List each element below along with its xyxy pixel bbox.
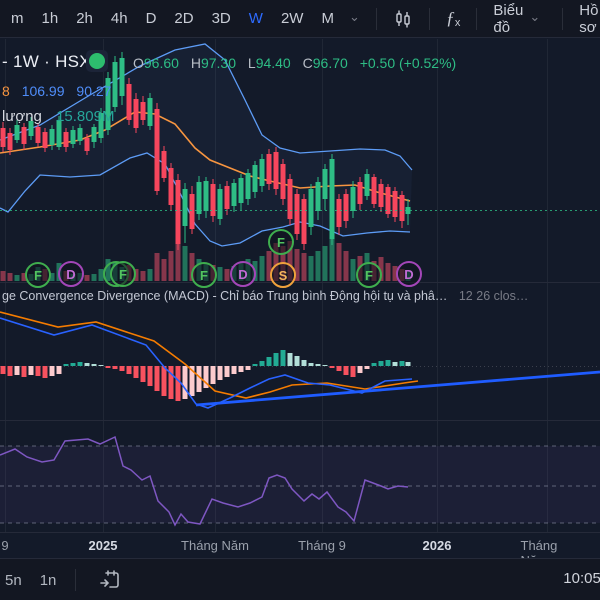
clock-display[interactable]: 10:05:: [563, 570, 600, 587]
event-marker-f[interactable]: F: [268, 229, 294, 255]
go-to-date-button[interactable]: [98, 568, 122, 592]
symbol-logo-dot: [89, 53, 105, 69]
pane-separator[interactable]: [0, 420, 600, 421]
event-marker-d[interactable]: D: [396, 261, 422, 287]
time-axis-label: 2026: [422, 538, 452, 553]
event-marker-d[interactable]: D: [230, 261, 256, 287]
bottombar-divider: [75, 569, 77, 591]
time-axis-label: 2025: [88, 538, 118, 553]
event-marker-f[interactable]: F: [25, 262, 51, 288]
time-axis[interactable]: 92025Tháng NămTháng 92026Tháng Năm: [0, 533, 600, 568]
trading-chart-app: m 1h 2h 4h D 2D 3D W 2W M ⌄ ƒx Biểu đồ ⌄…: [0, 0, 600, 600]
symbol-logo: [86, 50, 108, 72]
time-axis-label: Tháng Năm: [181, 538, 249, 553]
event-marker-f[interactable]: F: [356, 262, 382, 288]
pane-separator: [0, 532, 600, 533]
event-marker-s[interactable]: S: [270, 262, 296, 288]
price-change: +0.50 (+0.52%): [359, 55, 457, 71]
pane-separator[interactable]: [0, 282, 600, 283]
time-axis-label: 9: [1, 538, 9, 553]
range-5y-button[interactable]: 5n: [0, 572, 31, 589]
bollinger-legend: 8 106.99 90.27: [2, 83, 112, 99]
macd-indicator-legend: ge Convergence Divergence (MACD) - Chỉ b…: [2, 289, 529, 303]
bottom-toolbar: 5n 1n 10:05:: [0, 558, 600, 600]
event-marker-f[interactable]: F: [191, 262, 217, 288]
time-axis-label: Tháng 9: [298, 538, 346, 553]
symbol-legend: - 1W · HSX: [2, 52, 91, 71]
event-marker-f[interactable]: F: [110, 261, 136, 287]
calendar-goto-icon: [100, 570, 120, 588]
range-1y-button[interactable]: 1n: [31, 572, 66, 589]
ohlc-legend: O96.60 H97.30 L94.40 C96.70 +0.50 (+0.52…: [133, 55, 457, 71]
volume-legend: lượng 15.809M: [2, 108, 115, 125]
event-marker-d[interactable]: D: [58, 261, 84, 287]
